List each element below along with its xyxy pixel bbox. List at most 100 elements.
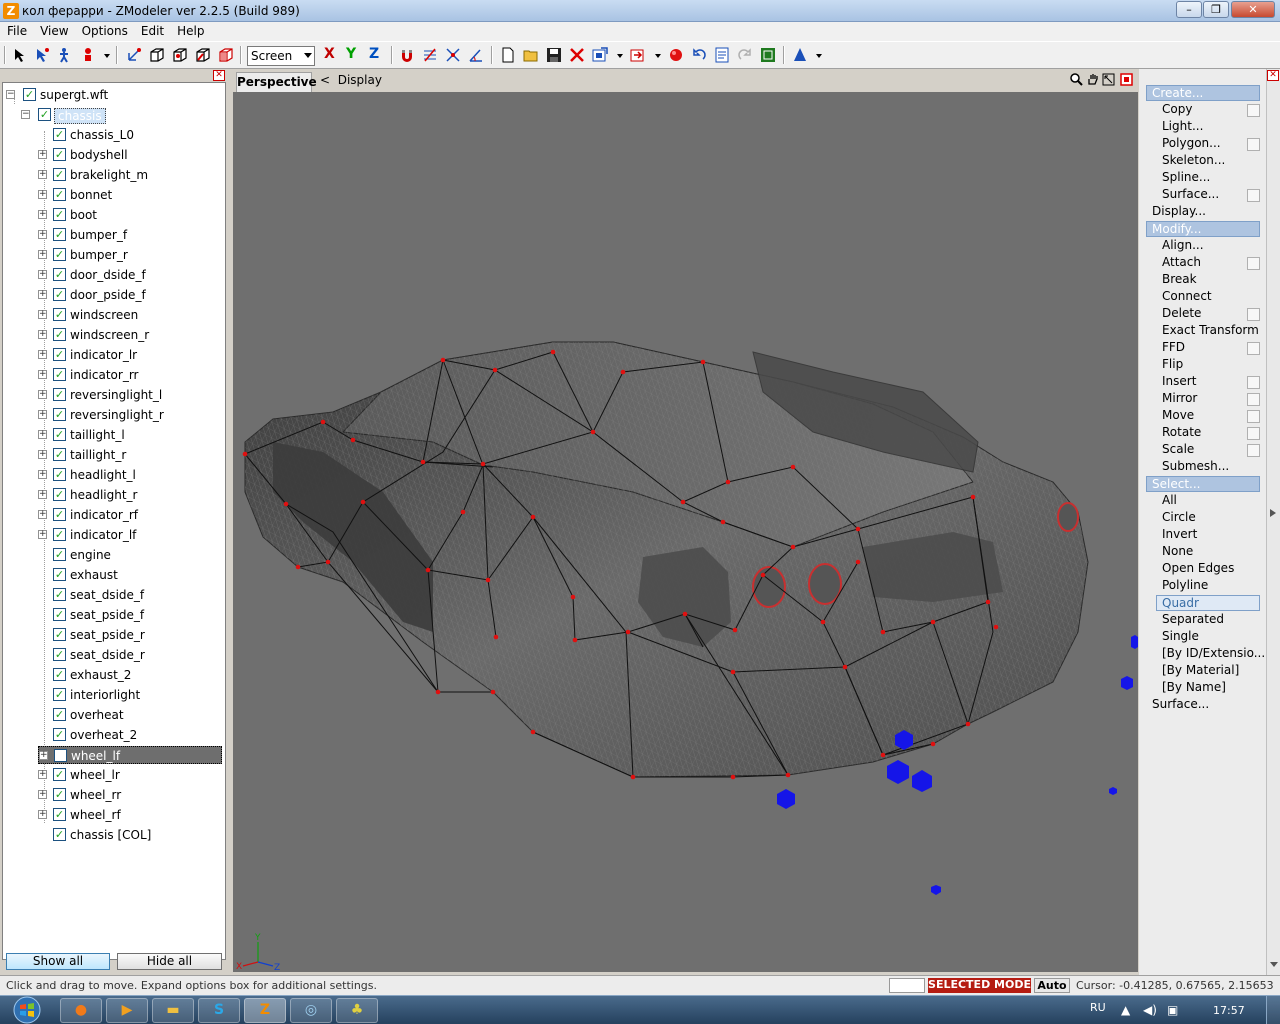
dropdown-arrow-icon[interactable] — [617, 54, 623, 58]
visibility-checkbox[interactable]: ✓ — [53, 548, 66, 561]
menu-help[interactable]: Help — [170, 22, 210, 38]
tree-item[interactable]: + ✓ boot — [38, 206, 218, 224]
options-box-icon[interactable] — [1247, 308, 1260, 321]
visibility-checkbox[interactable]: ✓ — [53, 468, 66, 481]
notes-icon[interactable] — [714, 47, 730, 63]
tree-item[interactable]: + ✓ taillight_l — [38, 426, 218, 444]
tree-item[interactable]: + ✓ bonnet — [38, 186, 218, 204]
options-box-icon[interactable] — [1247, 410, 1260, 423]
tree-item[interactable]: ✓ interiorlight — [38, 686, 218, 704]
command-surface[interactable]: Surface... — [1162, 187, 1219, 201]
visibility-checkbox[interactable]: ✓ — [53, 488, 66, 501]
expand-icon[interactable]: + — [38, 290, 47, 299]
tree-item[interactable]: + ✓ windscreen — [38, 306, 218, 324]
command-light[interactable]: Light... — [1162, 119, 1203, 133]
command-flip[interactable]: Flip — [1162, 357, 1183, 371]
move-axes-icon[interactable] — [126, 47, 142, 63]
close-icon[interactable]: ✕ — [1267, 70, 1279, 81]
show-desktop-button[interactable] — [1266, 996, 1280, 1024]
clock[interactable]: 17:57 — [1213, 1004, 1245, 1017]
options-box-icon[interactable] — [1247, 376, 1260, 389]
expand-icon[interactable]: + — [38, 790, 47, 799]
tree-item[interactable]: ✓ seat_pside_r — [38, 626, 218, 644]
command-delete[interactable]: Delete — [1162, 306, 1201, 320]
visibility-checkbox[interactable]: ✓ — [53, 268, 66, 281]
visibility-checkbox[interactable]: ✓ — [53, 448, 66, 461]
command-invert[interactable]: Invert — [1162, 527, 1197, 541]
visibility-checkbox[interactable]: ✓ — [53, 688, 66, 701]
command-create[interactable]: Create... — [1146, 85, 1260, 101]
tray-expand-icon[interactable]: ▲ — [1121, 1003, 1130, 1017]
scene-tree[interactable]: − ✓ supergt.wft − ✓ chassis ✓ chassis_L0 +… — [2, 82, 226, 960]
tree-item[interactable]: ✓ overheat_2 — [38, 726, 218, 744]
visibility-checkbox[interactable]: ✓ — [53, 388, 66, 401]
expand-icon[interactable]: + — [38, 390, 47, 399]
network-taskbar-icon[interactable]: ◎ — [290, 998, 332, 1023]
minimize-button[interactable]: – — [1176, 1, 1202, 18]
expand-icon[interactable]: + — [38, 210, 47, 219]
expand-icon[interactable]: + — [38, 370, 47, 379]
network-icon[interactable]: ▣ — [1167, 1003, 1178, 1017]
snap-grid-icon[interactable] — [422, 47, 438, 63]
car-mesh-render[interactable]: Y X Z — [233, 92, 1138, 972]
close-button[interactable]: ✕ — [1231, 1, 1275, 18]
dropdown-arrow-icon[interactable] — [104, 54, 110, 58]
expand-icon[interactable]: + — [38, 150, 47, 159]
uv-mapper-icon[interactable] — [760, 47, 776, 63]
command-open-edges[interactable]: Open Edges — [1162, 561, 1234, 575]
save-icon[interactable] — [546, 47, 562, 63]
tree-item[interactable]: + ✓ indicator_lr — [38, 346, 218, 364]
scroll-down-icon[interactable] — [1270, 962, 1278, 967]
expand-icon[interactable]: + — [38, 410, 47, 419]
visibility-checkbox[interactable]: ✓ — [53, 368, 66, 381]
windows-start-icon[interactable] — [6, 996, 48, 1024]
command-by-material[interactable]: [By Material] — [1162, 663, 1239, 677]
command-by-id-extensio[interactable]: [By ID/Extensio... — [1162, 646, 1265, 660]
select-vertex-icon[interactable] — [34, 47, 50, 63]
visibility-checkbox[interactable]: ✓ — [53, 788, 66, 801]
command-polyline[interactable]: Polyline — [1162, 578, 1208, 592]
options-box-icon[interactable] — [1247, 189, 1260, 202]
visibility-checkbox[interactable]: ✓ — [53, 228, 66, 241]
undo-icon[interactable] — [691, 47, 707, 63]
perspective-viewport[interactable]: Y X Z — [233, 92, 1138, 972]
visibility-checkbox[interactable]: ✓ — [53, 668, 66, 681]
expand-icon[interactable]: + — [38, 770, 47, 779]
expand-icon[interactable]: + — [38, 310, 47, 319]
command-display[interactable]: Display... — [1152, 204, 1206, 218]
visibility-checkbox[interactable]: ✓ — [53, 808, 66, 821]
command-surface[interactable]: Surface... — [1152, 697, 1209, 711]
visibility-checkbox[interactable]: ✓ — [53, 288, 66, 301]
dropdown-arrow-icon[interactable] — [816, 54, 822, 58]
visibility-checkbox[interactable]: ✓ — [53, 648, 66, 661]
options-box-icon[interactable] — [1247, 138, 1260, 151]
command-single[interactable]: Single — [1162, 629, 1199, 643]
command-none[interactable]: None — [1162, 544, 1193, 558]
visibility-checkbox[interactable]: ✓ — [53, 348, 66, 361]
command-modify[interactable]: Modify... — [1146, 221, 1260, 237]
command-skeleton[interactable]: Skeleton... — [1162, 153, 1225, 167]
tree-root[interactable]: − ✓ supergt.wft — [6, 86, 206, 104]
command-mirror[interactable]: Mirror — [1162, 391, 1197, 405]
expand-icon[interactable]: + — [38, 530, 47, 539]
redo-icon[interactable] — [737, 47, 753, 63]
expand-icon[interactable]: + — [38, 430, 47, 439]
tree-item[interactable]: + ✓ door_dside_f — [38, 266, 218, 284]
zoom-icon[interactable] — [1070, 73, 1083, 86]
expand-icon[interactable]: + — [38, 470, 47, 479]
app-taskbar-icon[interactable]: ♣ — [336, 998, 378, 1023]
tree-item[interactable]: ✓ exhaust — [38, 566, 218, 584]
visibility-checkbox[interactable] — [54, 749, 67, 762]
tree-item[interactable]: ✓ engine — [38, 546, 218, 564]
snap-angle-icon[interactable] — [468, 47, 484, 63]
tree-item[interactable]: ✓ chassis_L0 — [38, 126, 218, 144]
options-box-icon[interactable] — [1247, 257, 1260, 270]
command-exact-transform[interactable]: Exact Transform — [1162, 323, 1259, 337]
tree-item[interactable]: + ✓ bumper_r — [38, 246, 218, 264]
tree-item[interactable]: + wheel_lf — [38, 746, 222, 764]
expand-icon[interactable]: + — [38, 450, 47, 459]
visibility-checkbox[interactable]: ✓ — [53, 588, 66, 601]
command-circle[interactable]: Circle — [1162, 510, 1196, 524]
expand-icon[interactable]: + — [38, 490, 47, 499]
command-by-name[interactable]: [By Name] — [1162, 680, 1226, 694]
